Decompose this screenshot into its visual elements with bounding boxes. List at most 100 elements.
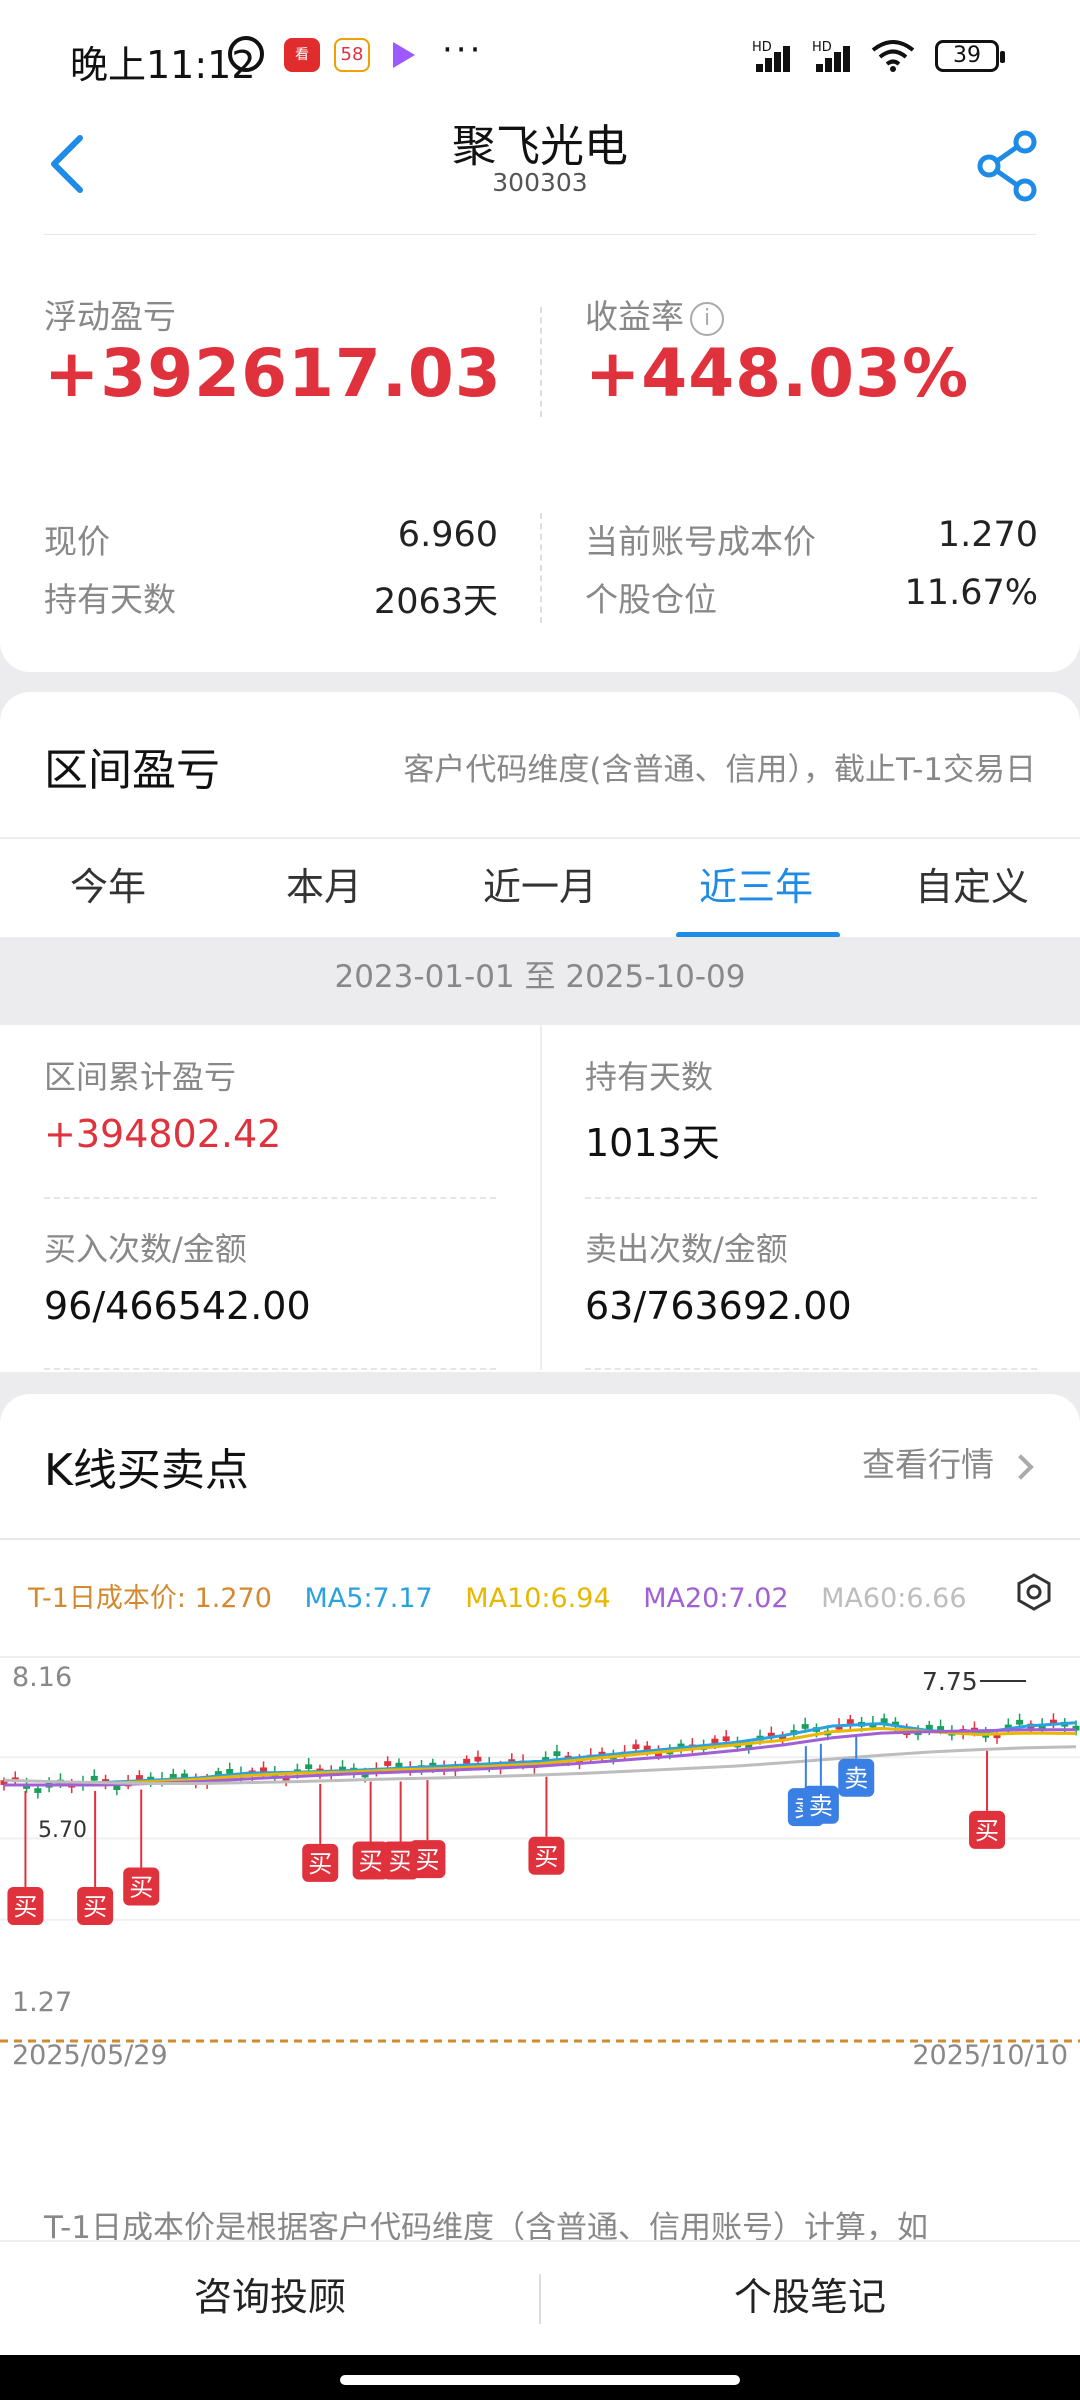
tab-custom[interactable]: 自定义 bbox=[864, 839, 1080, 939]
candle-body bbox=[384, 1761, 392, 1766]
settings-gear-icon[interactable] bbox=[1014, 1572, 1054, 1612]
header: 聚飞光电 300303 bbox=[0, 110, 1080, 236]
y-max-label: 8.16 bbox=[12, 1662, 72, 1693]
row-divider bbox=[44, 1197, 496, 1199]
buy-marker-label: 买 bbox=[308, 1850, 332, 1878]
grid-divider bbox=[540, 1025, 542, 1370]
x-end-label: 2025/10/10 bbox=[912, 2040, 1068, 2071]
return-rate-label: 收益率 i bbox=[585, 290, 724, 338]
candle-body bbox=[801, 1724, 809, 1729]
tab-this-month[interactable]: 本月 bbox=[216, 839, 432, 939]
view-quotes-link[interactable]: 查看行情 bbox=[862, 1438, 1034, 1486]
bottom-action-bar: 咨询投顾 个股笔记 bbox=[0, 2240, 1080, 2355]
hold-days-value: 2063天 bbox=[373, 582, 498, 622]
interval-pnl-value: +394802.42 bbox=[44, 1112, 282, 1156]
cost-price-label: 当前账号成本价 bbox=[585, 522, 816, 561]
candle-body bbox=[90, 1775, 98, 1781]
position-value: 11.67% bbox=[904, 573, 1038, 613]
share-icon[interactable] bbox=[975, 124, 1041, 204]
buy-marker-label: 买 bbox=[389, 1848, 413, 1876]
low-price-label: 5.70 bbox=[38, 1818, 87, 1843]
stock-notes-button[interactable]: 个股笔记 bbox=[540, 2242, 1080, 2357]
kline-title: K线买卖点 bbox=[44, 1445, 249, 1496]
legend-ma20: MA20:7.02 bbox=[643, 1583, 789, 1614]
return-rate-value: +448.03% bbox=[585, 335, 970, 412]
app-notification-icon: 看 bbox=[284, 38, 320, 72]
stock-name: 聚飞光电 bbox=[452, 121, 628, 172]
high-price-label: 7.75 bbox=[922, 1667, 978, 1696]
signal-icon-2 bbox=[812, 40, 856, 72]
period-tabs: 今年 本月 近一月 近三年 自定义 bbox=[0, 837, 1080, 937]
buy-marker-label: 买 bbox=[129, 1874, 153, 1902]
kline-divider bbox=[0, 1538, 1080, 1540]
tab-last-three-years[interactable]: 近三年 bbox=[648, 839, 864, 939]
sell-count-label: 卖出次数/金额 bbox=[585, 1230, 788, 1268]
more-notifications-icon: ··· bbox=[442, 30, 484, 70]
summary-divider-2 bbox=[540, 513, 542, 623]
stock-code: 300303 bbox=[492, 168, 588, 197]
status-time: 晚上11:12 bbox=[70, 43, 256, 87]
interval-days-label: 持有天数 bbox=[585, 1058, 714, 1096]
home-indicator[interactable] bbox=[340, 2375, 740, 2385]
signal-icon bbox=[752, 40, 796, 72]
candle-body bbox=[846, 1719, 854, 1724]
wifi-icon bbox=[871, 40, 915, 72]
candle-body bbox=[632, 1744, 640, 1750]
legend-ma60: MA60:6.66 bbox=[821, 1583, 967, 1614]
sell-count-value: 63/763692.00 bbox=[585, 1284, 852, 1328]
cost-price-value: 1.270 bbox=[937, 515, 1038, 555]
summary-card: 浮动盈亏 +392617.03 收益率 i +448.03% 现价 6.960 持… bbox=[0, 235, 1080, 672]
buy-count-value: 96/466542.00 bbox=[44, 1284, 311, 1328]
position-label: 个股仓位 bbox=[585, 580, 717, 619]
row-divider-4 bbox=[585, 1368, 1037, 1370]
summary-divider bbox=[540, 307, 542, 417]
candle-body bbox=[711, 1738, 719, 1744]
info-icon[interactable]: i bbox=[690, 301, 724, 336]
candle-body bbox=[722, 1736, 730, 1742]
candle-body bbox=[553, 1751, 561, 1756]
system-nav-bar bbox=[0, 2355, 1080, 2400]
play-store-icon bbox=[384, 38, 420, 72]
buy-marker-label: 买 bbox=[415, 1846, 439, 1874]
app-58-icon: 58 bbox=[334, 38, 370, 72]
interval-days-value: 1013天 bbox=[585, 1121, 720, 1165]
legend-ma5: MA5:7.17 bbox=[304, 1583, 433, 1614]
buy-marker-label: 买 bbox=[83, 1893, 107, 1921]
row-divider-3 bbox=[44, 1368, 496, 1370]
candle-body bbox=[305, 1764, 313, 1770]
interval-title: 区间盈亏 bbox=[44, 745, 220, 796]
alarm-icon bbox=[228, 36, 264, 72]
kline-card: K线买卖点 查看行情 T-1日成本价: 1.270 MA5:7.17 MA10:… bbox=[0, 1394, 1080, 2246]
chevron-right-icon bbox=[1008, 1453, 1034, 1480]
buy-marker-label: 买 bbox=[13, 1893, 37, 1921]
x-start-label: 2025/05/29 bbox=[12, 2040, 168, 2071]
float-pnl-label: 浮动盈亏 bbox=[44, 297, 176, 336]
kline-legend: T-1日成本价: 1.270 MA5:7.17 MA10:6.94 MA20:7… bbox=[28, 1576, 991, 1615]
status-bar: 晚上11:12 看 58 ··· HD HD 39 bbox=[0, 0, 1080, 110]
kline-chart[interactable]: 买买买买买买买买卖卖卖买 8.16 1.27 2025/05/29 2025/1… bbox=[0, 1656, 1080, 2106]
y-min-label: 1.27 bbox=[12, 1987, 72, 2018]
consult-advisor-button[interactable]: 咨询投顾 bbox=[0, 2242, 540, 2357]
candle-body bbox=[1016, 1719, 1024, 1725]
interval-pnl-label: 区间累计盈亏 bbox=[44, 1058, 237, 1096]
interval-pnl-card: 区间盈亏 客户代码维度(含普通、信用），截止T-1交易日 今年 本月 近一月 近… bbox=[0, 692, 1080, 1372]
buy-marker-label: 买 bbox=[534, 1843, 558, 1871]
hold-days-label: 持有天数 bbox=[44, 580, 176, 619]
candle-body bbox=[463, 1758, 471, 1764]
sell-marker-label: 卖 bbox=[844, 1765, 868, 1793]
legend-ma10: MA10:6.94 bbox=[465, 1583, 611, 1614]
interval-note: 客户代码维度(含普通、信用），截止T-1交易日 bbox=[403, 752, 1036, 788]
buy-marker-label: 买 bbox=[359, 1848, 383, 1876]
buy-marker-label: 买 bbox=[975, 1817, 999, 1845]
buy-count-label: 买入次数/金额 bbox=[44, 1230, 247, 1268]
sell-marker-label: 卖 bbox=[809, 1792, 833, 1820]
candle-body bbox=[474, 1756, 482, 1762]
price-value: 6.960 bbox=[397, 515, 498, 555]
row-divider-2 bbox=[585, 1197, 1037, 1199]
battery-icon: 39 bbox=[935, 40, 1005, 72]
tab-last-month[interactable]: 近一月 bbox=[432, 839, 648, 939]
candle-body bbox=[34, 1788, 42, 1793]
tab-this-year[interactable]: 今年 bbox=[0, 839, 216, 939]
float-pnl-value: +392617.03 bbox=[44, 335, 502, 412]
candle-body bbox=[135, 1775, 143, 1780]
